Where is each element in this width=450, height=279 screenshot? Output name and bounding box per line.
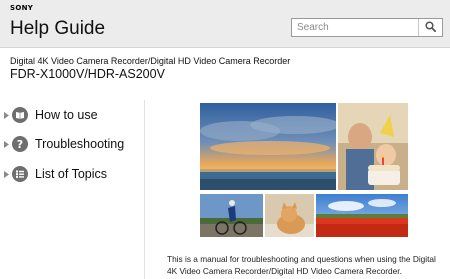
question-icon: ? [12, 136, 28, 152]
magnifier-icon [425, 19, 437, 37]
page-title: Help Guide [10, 18, 106, 39]
list-icon [12, 166, 28, 182]
product-model: FDR-X1000V/HDR-AS200V [10, 67, 165, 81]
triangle-right-icon [4, 140, 10, 148]
header-bar: SONY Help Guide [0, 0, 450, 48]
book-icon [12, 107, 28, 123]
nav-item-troubleshooting[interactable]: ? Troubleshooting [4, 134, 144, 154]
nav-item-list-of-topics[interactable]: List of Topics [4, 164, 144, 184]
product-subtitle: Digital 4K Video Camera Recorder/Digital… [10, 56, 291, 66]
nav-item-label: List of Topics [35, 167, 108, 181]
column-divider [144, 100, 145, 279]
triangle-right-icon [4, 170, 10, 178]
sunset-beach-photo [200, 103, 336, 190]
brand-logo: SONY [10, 4, 34, 12]
nav-item-how-to-use[interactable]: How to use [4, 105, 144, 125]
search-input[interactable] [292, 19, 419, 36]
birthday-cake-photo [338, 103, 408, 190]
search-button[interactable] [418, 19, 442, 36]
nav-item-label: Troubleshooting [35, 137, 125, 151]
triangle-right-icon [4, 111, 10, 119]
cat-photo [265, 194, 314, 237]
cyclist-photo [200, 194, 263, 237]
flower-field-photo [316, 194, 408, 237]
nav-item-label: How to use [35, 108, 98, 122]
manual-description: This is a manual for troubleshooting and… [167, 254, 436, 276]
search-box [291, 18, 443, 37]
